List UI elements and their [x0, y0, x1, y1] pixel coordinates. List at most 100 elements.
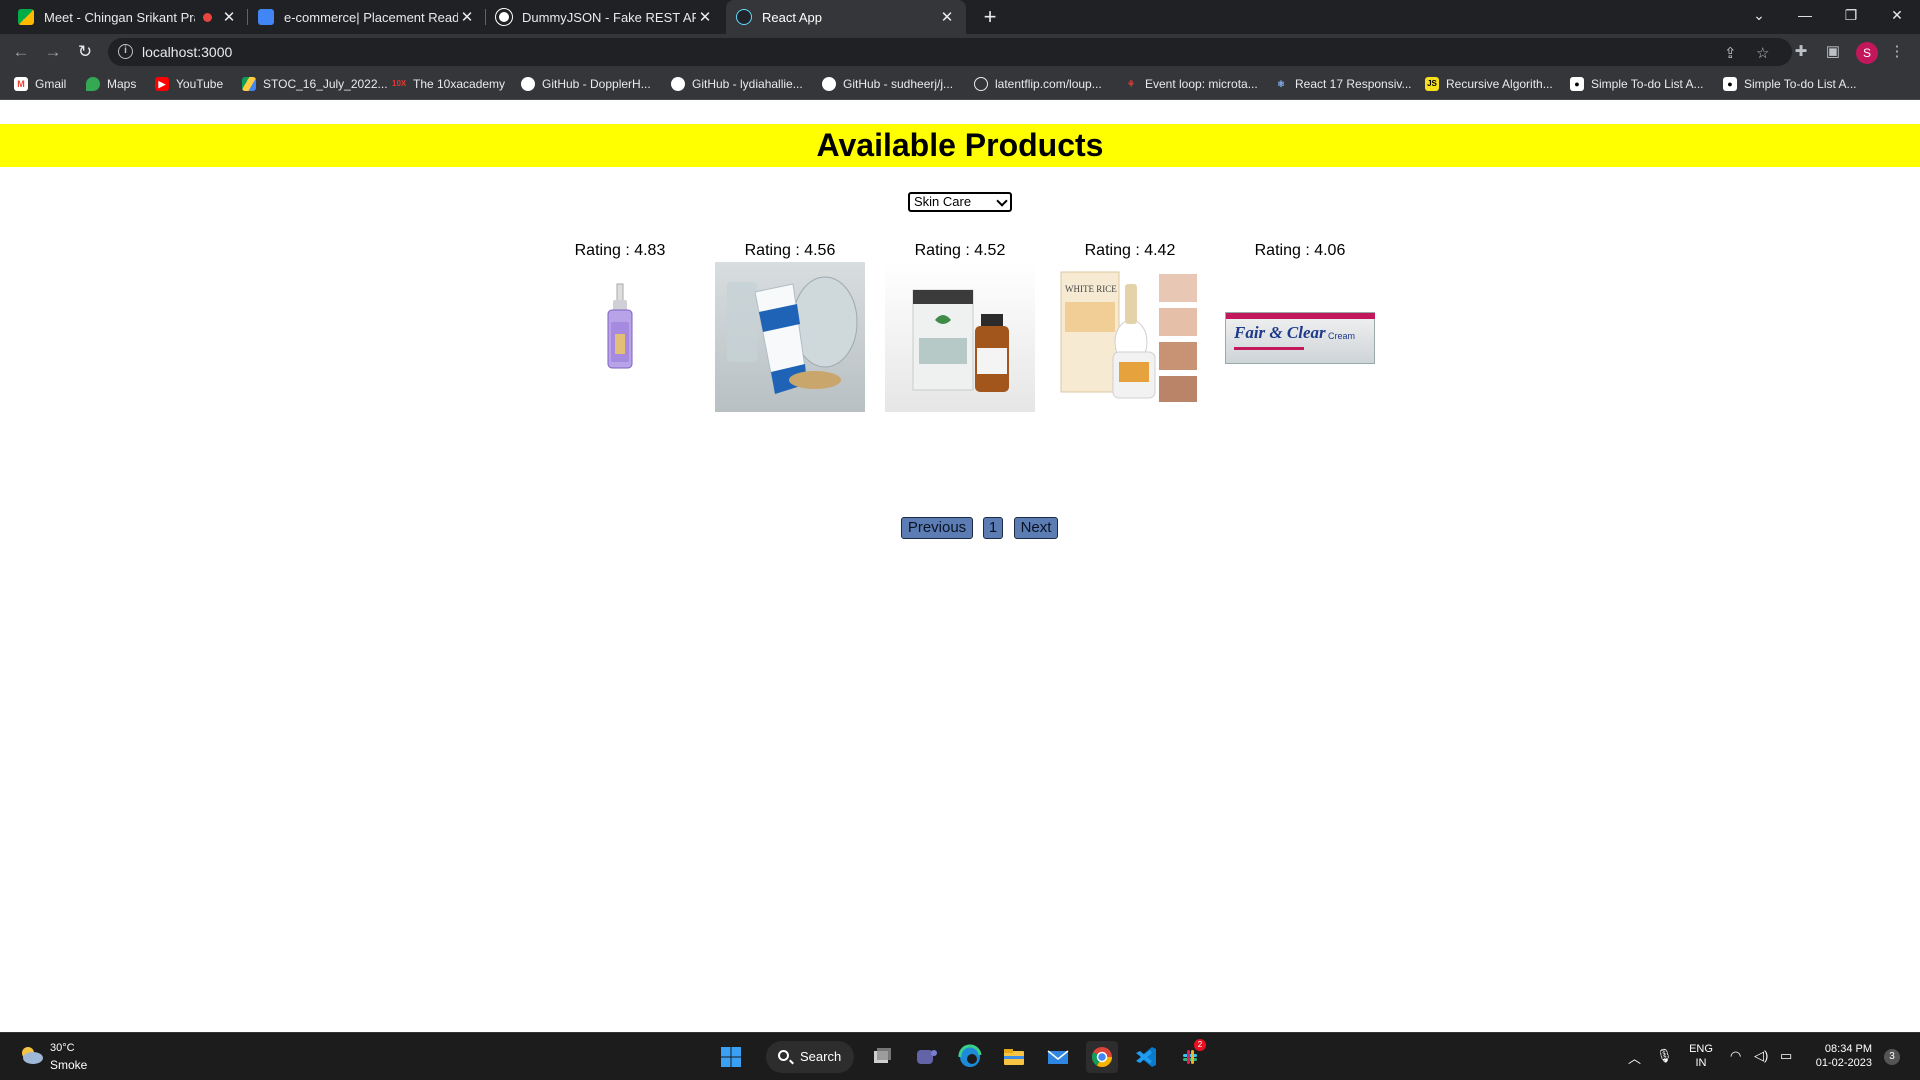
product-rating: Rating : 4.56	[744, 242, 836, 259]
language-line1: ENG	[1689, 1043, 1713, 1055]
bookmark-item[interactable]: GitHub - sudheerj/j...	[822, 77, 953, 91]
page-1-button[interactable]: 1	[983, 517, 1003, 539]
notification-badge[interactable]: 3	[1884, 1049, 1900, 1065]
product-image-cream-tube[interactable]	[715, 262, 865, 412]
back-icon[interactable]: ←	[8, 39, 34, 65]
product-rating: Rating : 4.52	[914, 242, 1006, 259]
tab-meet[interactable]: Meet - Chingan Srikant Prakash ✕	[8, 0, 248, 34]
close-tab-icon[interactable]: ✕	[220, 8, 238, 26]
tab-search-icon[interactable]: ⌄	[1736, 0, 1782, 34]
show-hidden-icons-icon[interactable]: ︿	[1628, 1048, 1641, 1067]
chevron-down-icon	[996, 195, 1008, 207]
url-text: localhost:3000	[142, 44, 233, 60]
bookmark-label: latentflip.com/loup...	[995, 77, 1102, 91]
product-card[interactable]: Rating : 4.06	[1225, 240, 1375, 262]
mail-icon[interactable]	[1042, 1041, 1074, 1073]
address-bar[interactable]: i localhost:3000 ⇪ ☆	[108, 38, 1792, 66]
bookmark-star-icon[interactable]: ☆	[1756, 44, 1769, 62]
close-tab-icon[interactable]: ✕	[938, 8, 956, 26]
tab-docs[interactable]: e-commerce| Placement Readiness ✕	[248, 0, 486, 34]
bookmark-item[interactable]: Maps	[86, 77, 136, 91]
close-tab-icon[interactable]: ✕	[696, 8, 714, 26]
category-select-value: Skin Care	[914, 194, 972, 209]
file-explorer-icon[interactable]	[998, 1041, 1030, 1073]
close-tab-icon[interactable]: ✕	[458, 8, 476, 26]
tab-dummyjson[interactable]: DummyJSON - Fake REST API of JSON ✕	[486, 0, 724, 34]
slack-badge: 2	[1194, 1039, 1206, 1051]
teams-chat-icon[interactable]	[910, 1041, 942, 1073]
product-card[interactable]: Rating : 4.83	[545, 240, 695, 262]
product-rating: Rating : 4.42	[1084, 242, 1176, 259]
bookmark-label: Gmail	[35, 77, 67, 91]
weather-temperature[interactable]: 30°C	[50, 1042, 75, 1054]
close-window-icon[interactable]: ✕	[1874, 0, 1920, 34]
taskbar-search-button[interactable]: Search	[766, 1041, 854, 1073]
google-meet-icon	[18, 9, 34, 25]
product-image-serum[interactable]	[545, 262, 695, 412]
clock[interactable]: 08:34 PM 01-02-2023	[1806, 1042, 1872, 1070]
bookmark-label: React 17 Responsiv...	[1295, 77, 1412, 91]
bookmark-label: The 10xacademy	[413, 77, 506, 91]
start-icon[interactable]	[715, 1041, 747, 1073]
maps-icon	[86, 77, 100, 91]
bookmark-item[interactable]: GitHub - lydiahallie...	[671, 77, 803, 91]
menu-icon[interactable]: ⋮	[1888, 43, 1906, 61]
weather-smoke-icon	[18, 1045, 44, 1065]
bookmark-item[interactable]: ⚛ React 17 Responsiv...	[1274, 77, 1412, 91]
slack-icon[interactable]: 2	[1174, 1039, 1206, 1073]
site-info-icon[interactable]: i	[118, 44, 133, 59]
page-viewport: Available Products Skin Care Rating : 4.…	[0, 100, 1920, 1032]
language-indicator[interactable]: ENG IN	[1685, 1042, 1717, 1070]
restore-icon[interactable]: ❐	[1828, 0, 1874, 34]
product-card[interactable]: Rating : 4.56	[715, 240, 865, 262]
js-icon: JS	[1425, 77, 1439, 91]
recording-icon	[203, 12, 212, 22]
product-image-white-rice-serum[interactable]: WHITE RICE	[1055, 262, 1205, 412]
new-tab-button[interactable]: +	[976, 3, 1004, 31]
react-icon	[736, 9, 752, 25]
bookmark-item[interactable]: ⚘ Event loop: microta...	[1124, 77, 1258, 91]
clock-date: 01-02-2023	[1815, 1057, 1872, 1069]
tab-title: DummyJSON - Fake REST API of JSON	[522, 9, 696, 25]
product-card[interactable]: Rating : 4.42	[1055, 240, 1205, 262]
language-line2: IN	[1695, 1057, 1707, 1069]
bookmark-item[interactable]: M Gmail	[14, 77, 66, 91]
chrome-icon[interactable]	[1086, 1041, 1118, 1073]
product-image-tea-tree-oil[interactable]	[885, 262, 1035, 412]
wifi-icon[interactable]: ◠	[1730, 1048, 1741, 1064]
battery-icon[interactable]: ▭	[1780, 1048, 1792, 1064]
bookmark-item[interactable]: STOC_16_July_2022...	[242, 77, 388, 91]
volume-icon[interactable]: ◁)	[1754, 1048, 1768, 1064]
tab-title: Meet - Chingan Srikant Prakash	[44, 9, 195, 25]
extensions-icon[interactable]: ✚	[1792, 43, 1810, 61]
bookmark-item[interactable]: 10X The 10xacademy	[392, 77, 505, 91]
side-panel-icon[interactable]: ▣	[1824, 43, 1842, 61]
bookmark-label: YouTube	[176, 77, 224, 91]
task-view-icon[interactable]	[866, 1041, 898, 1073]
white-rice-label: WHITE RICE	[1065, 284, 1117, 294]
tab-react-app[interactable]: React App ✕	[726, 0, 966, 34]
category-select[interactable]: Skin Care	[908, 192, 1012, 212]
microphone-icon[interactable]: 🎙︎	[1656, 1048, 1673, 1064]
next-button[interactable]: Next	[1014, 517, 1058, 539]
forward-icon[interactable]: →	[40, 39, 66, 65]
share-icon[interactable]: ⇪	[1724, 44, 1737, 62]
bookmark-item[interactable]: ● Simple To-do List A...	[1723, 77, 1857, 91]
previous-button[interactable]: Previous	[901, 517, 973, 539]
bookmark-item[interactable]: latentflip.com/loup...	[974, 77, 1102, 91]
product-card[interactable]: Rating : 4.52	[885, 240, 1035, 262]
bookmark-item[interactable]: ● Simple To-do List A...	[1570, 77, 1704, 91]
reload-icon[interactable]: ↻	[72, 39, 98, 65]
bookmark-item[interactable]: GitHub - DopplerH...	[521, 77, 651, 91]
browser-toolbar: ← → ↻ i localhost:3000 ⇪ ☆ ✚ ▣ S ⋮	[0, 34, 1920, 70]
bookmark-item[interactable]: ▶ YouTube	[155, 77, 223, 91]
minimize-icon[interactable]: —	[1782, 0, 1828, 34]
product-rating: Rating : 4.06	[1254, 242, 1346, 259]
profile-avatar[interactable]: S	[1856, 42, 1878, 64]
product-image-fair-clear[interactable]: Fair & Clear Cream	[1225, 262, 1375, 412]
bookmark-item[interactable]: JS Recursive Algorith...	[1425, 77, 1553, 91]
weather-condition[interactable]: Smoke	[50, 1058, 87, 1072]
edge-icon[interactable]	[954, 1041, 986, 1073]
dummyjson-icon	[495, 8, 513, 26]
vscode-icon[interactable]	[1130, 1041, 1162, 1073]
